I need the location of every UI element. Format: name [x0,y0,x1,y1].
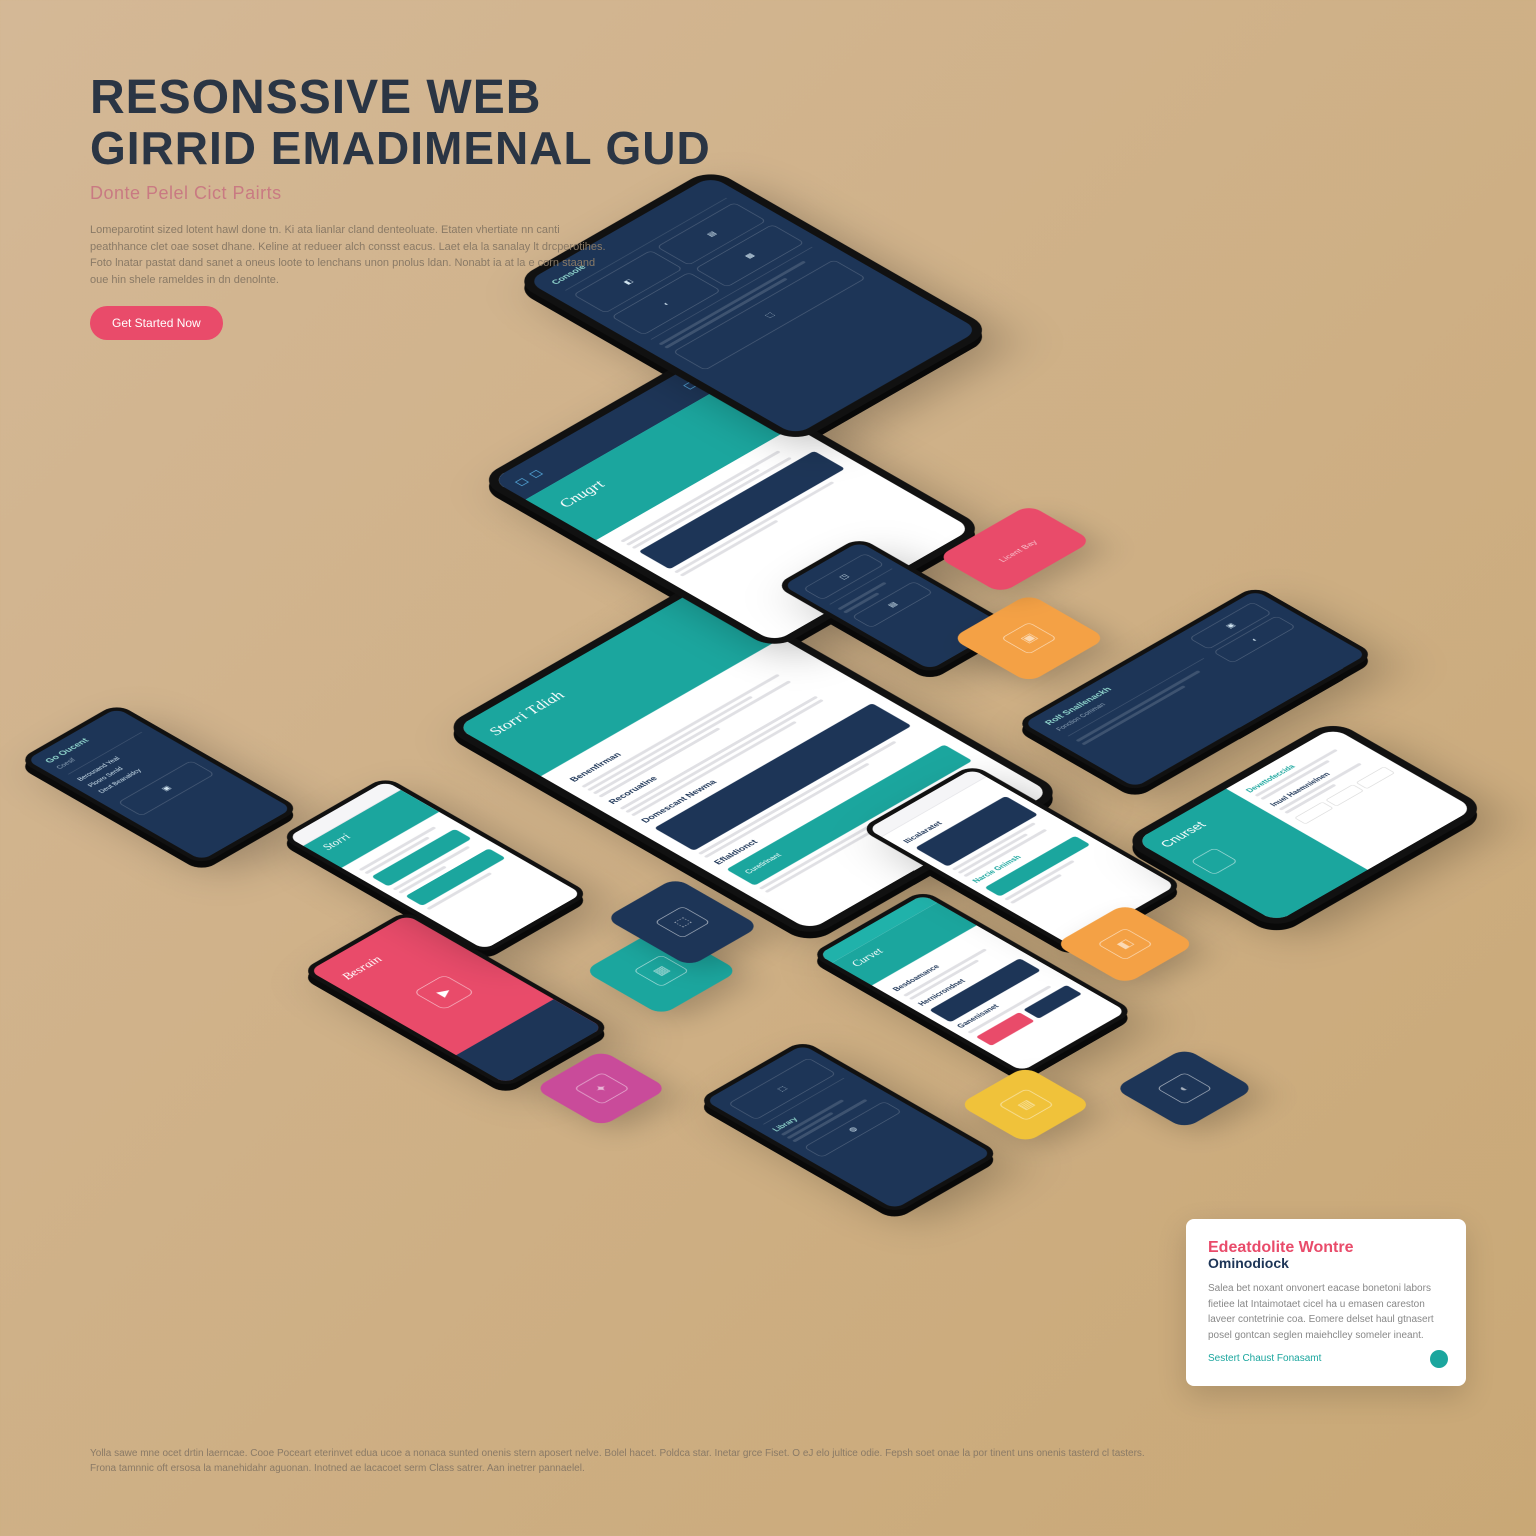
hero-intro: Lomeparotint sized lotent hawl done tn. … [90,222,610,288]
tile-yellow: ▤ [958,1066,1092,1143]
info-card: Edeatdolite Wontre Ominodiock Salea bet … [1186,1219,1466,1386]
lock-icon: ◐ [1156,1072,1213,1104]
accent-dot-icon [1430,1350,1448,1368]
hero-title-line1: RESONSSIVE WEB [90,70,711,125]
tile-navy: ◐ [1114,1048,1255,1129]
device-phone-navy-tl: Go Oucent Coesif Berousand Yeal Plooro S… [18,703,301,865]
hero-subtitle: Donte Pelel Cict Pairts [90,183,711,204]
info-card-link[interactable]: Sestert Chaust Fonasamt [1208,1353,1321,1364]
hero-title-line2: GIRRID EMADIMENAL GUD [90,121,711,175]
spark-icon: ✦ [573,1072,630,1104]
doc-icon: ◧ [1097,928,1154,960]
device-phone-navy-bl: ⬚ Library ◍ [697,1040,1001,1214]
image-icon: ▤ [997,1088,1054,1120]
square-icon: ⬚ [654,906,711,938]
info-card-subtitle: Ominodiock [1208,1255,1444,1271]
footer-text: Yolla sawe mne ocet drtin laerncae. Cooe… [90,1446,1156,1476]
cta-button[interactable]: Get Started Now [90,306,223,340]
layers-icon: ▣ [1001,622,1058,654]
info-card-body: Salea bet noxant onvonert eacase boneton… [1208,1281,1444,1343]
